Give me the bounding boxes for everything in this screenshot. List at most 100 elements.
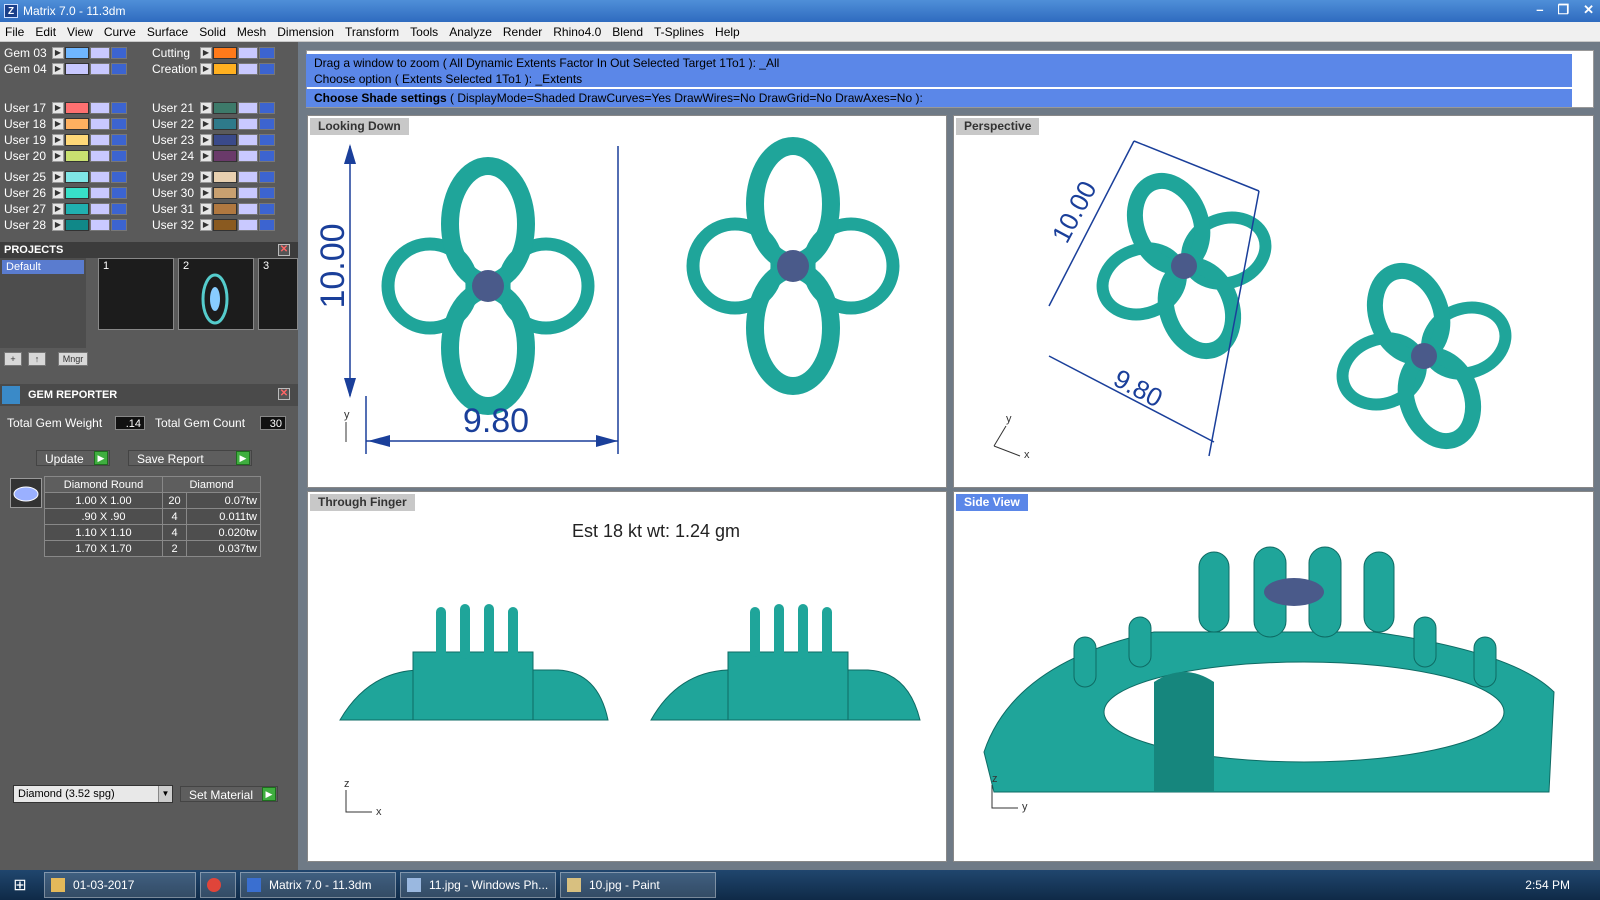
visibility-icon[interactable]	[111, 133, 127, 146]
menu-surface[interactable]: Surface	[147, 25, 188, 39]
visibility-icon[interactable]	[259, 218, 275, 231]
expand-icon[interactable]: ▶	[200, 133, 212, 146]
layer-row[interactable]: Gem 04 ▶	[0, 61, 127, 76]
layer-row[interactable]: Cutting ▶	[148, 45, 275, 60]
expand-icon[interactable]: ▶	[52, 170, 64, 183]
expand-icon[interactable]: ▶	[52, 46, 64, 59]
layer-color-swatch[interactable]	[65, 186, 89, 199]
visibility-icon[interactable]	[111, 46, 127, 59]
up-project-button[interactable]: ↑	[28, 352, 46, 366]
menu-help[interactable]: Help	[715, 25, 740, 39]
visibility-icon[interactable]	[259, 202, 275, 215]
layer-row[interactable]: User 28 ▶	[0, 217, 127, 232]
lock-icon[interactable]	[90, 218, 110, 231]
visibility-icon[interactable]	[111, 202, 127, 215]
layer-color-swatch[interactable]	[213, 62, 237, 75]
viewport-title[interactable]: Through Finger	[310, 494, 415, 511]
menu-tsplines[interactable]: T-Splines	[654, 25, 704, 39]
layer-color-swatch[interactable]	[65, 117, 89, 130]
visibility-icon[interactable]	[111, 186, 127, 199]
taskbar-paint[interactable]: 10.jpg - Paint	[560, 872, 716, 898]
project-slot-3[interactable]: 3	[258, 258, 298, 330]
taskbar-photo-viewer[interactable]: 11.jpg - Windows Ph...	[400, 872, 556, 898]
layer-row[interactable]: User 27 ▶	[0, 201, 127, 216]
visibility-icon[interactable]	[111, 117, 127, 130]
menu-transform[interactable]: Transform	[345, 25, 399, 39]
table-row[interactable]: 1.10 X 1.10 4 0.020tw	[44, 524, 261, 541]
menu-curve[interactable]: Curve	[104, 25, 136, 39]
clock[interactable]: 2:54 PM	[1525, 878, 1570, 892]
layer-color-swatch[interactable]	[65, 46, 89, 59]
menu-dimension[interactable]: Dimension	[277, 25, 334, 39]
menu-rhino[interactable]: Rhino4.0	[553, 25, 601, 39]
layer-row[interactable]: Gem 03 ▶	[0, 45, 127, 60]
layer-color-swatch[interactable]	[213, 149, 237, 162]
expand-icon[interactable]: ▶	[200, 186, 212, 199]
menu-analyze[interactable]: Analyze	[449, 25, 492, 39]
lock-icon[interactable]	[90, 101, 110, 114]
layer-color-swatch[interactable]	[65, 62, 89, 75]
lock-icon[interactable]	[90, 202, 110, 215]
command-prompt[interactable]: Choose Shade settings ( DisplayMode=Shad…	[306, 89, 1572, 107]
layer-row[interactable]: User 31 ▶	[148, 201, 275, 216]
layer-color-swatch[interactable]	[213, 170, 237, 183]
layer-row[interactable]: User 30 ▶	[148, 185, 275, 200]
lock-icon[interactable]	[90, 149, 110, 162]
lock-icon[interactable]	[238, 218, 258, 231]
lock-icon[interactable]	[90, 170, 110, 183]
layer-color-swatch[interactable]	[213, 46, 237, 59]
menu-view[interactable]: View	[67, 25, 93, 39]
layer-row[interactable]: User 23 ▶	[148, 132, 275, 147]
lock-icon[interactable]	[238, 46, 258, 59]
layer-color-swatch[interactable]	[65, 170, 89, 183]
taskbar-folder[interactable]: 01-03-2017	[44, 872, 196, 898]
expand-icon[interactable]: ▶	[52, 101, 64, 114]
material-select[interactable]: Diamond (3.52 spg) ▼	[13, 785, 173, 803]
viewport-title[interactable]: Looking Down	[310, 118, 409, 135]
expand-icon[interactable]: ▶	[200, 218, 212, 231]
close-button[interactable]: ✕	[1583, 2, 1594, 18]
menu-file[interactable]: File	[5, 25, 24, 39]
viewport-title[interactable]: Side View	[956, 494, 1028, 511]
layer-row[interactable]: User 26 ▶	[0, 185, 127, 200]
expand-icon[interactable]: ▶	[52, 62, 64, 75]
visibility-icon[interactable]	[259, 101, 275, 114]
menu-render[interactable]: Render	[503, 25, 542, 39]
visibility-icon[interactable]	[259, 46, 275, 59]
layer-row[interactable]: User 19 ▶	[0, 132, 127, 147]
lock-icon[interactable]	[90, 62, 110, 75]
menu-blend[interactable]: Blend	[612, 25, 643, 39]
menu-mesh[interactable]: Mesh	[237, 25, 266, 39]
layer-color-swatch[interactable]	[213, 117, 237, 130]
add-project-button[interactable]: +	[4, 352, 22, 366]
menu-solid[interactable]: Solid	[199, 25, 226, 39]
layer-color-swatch[interactable]	[65, 202, 89, 215]
project-slot-2[interactable]: 2	[178, 258, 254, 330]
expand-icon[interactable]: ▶	[200, 149, 212, 162]
visibility-icon[interactable]	[259, 149, 275, 162]
lock-icon[interactable]	[90, 186, 110, 199]
save-report-button[interactable]: Save Report	[128, 450, 252, 466]
expand-icon[interactable]: ▶	[52, 186, 64, 199]
visibility-icon[interactable]	[259, 62, 275, 75]
expand-icon[interactable]: ▶	[200, 170, 212, 183]
lock-icon[interactable]	[90, 133, 110, 146]
visibility-icon[interactable]	[259, 170, 275, 183]
viewport-side-view[interactable]: z y Side View	[953, 491, 1594, 862]
expand-icon[interactable]: ▶	[52, 133, 64, 146]
expand-icon[interactable]: ▶	[52, 117, 64, 130]
prompt-options[interactable]: ( DisplayMode=Shaded DrawCurves=Yes Draw…	[450, 91, 923, 105]
lock-icon[interactable]	[238, 117, 258, 130]
layer-color-swatch[interactable]	[213, 218, 237, 231]
layer-row[interactable]: User 18 ▶	[0, 116, 127, 131]
viewport-perspective[interactable]: 10.00 9.80 y x Perspective	[953, 115, 1594, 488]
layer-row[interactable]: Creation ▶	[148, 61, 275, 76]
minimize-button[interactable]: –	[1536, 2, 1543, 18]
viewport-title[interactable]: Perspective	[956, 118, 1040, 135]
expand-icon[interactable]: ▶	[200, 101, 212, 114]
lock-icon[interactable]	[90, 117, 110, 130]
viewport-looking-down[interactable]: 10.00 9.80 y Looking Down	[307, 115, 947, 488]
menu-edit[interactable]: Edit	[35, 25, 56, 39]
visibility-icon[interactable]	[259, 133, 275, 146]
table-row[interactable]: 1.70 X 1.70 2 0.037tw	[44, 540, 261, 557]
